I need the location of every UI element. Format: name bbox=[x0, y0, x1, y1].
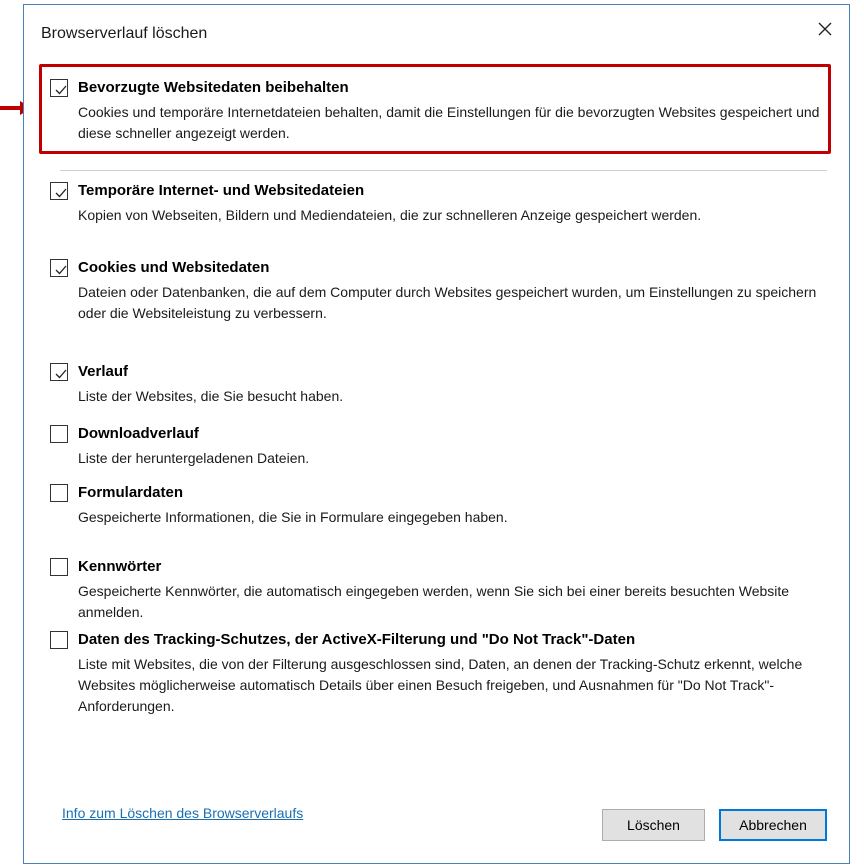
checkbox-passwords[interactable] bbox=[50, 558, 68, 576]
option-description: Gespeicherte Kennwörter, die automatisch… bbox=[78, 583, 790, 620]
option-description: Dateien oder Datenbanken, die auf dem Co… bbox=[78, 284, 817, 321]
checkbox-download-history[interactable] bbox=[50, 425, 68, 443]
close-button[interactable] bbox=[813, 19, 837, 43]
title-bar: Browserverlauf löschen bbox=[24, 5, 849, 61]
separator bbox=[60, 170, 827, 171]
checkbox-temp-files[interactable] bbox=[50, 182, 68, 200]
info-link[interactable]: Info zum Löschen des Browserverlaufs bbox=[62, 805, 303, 821]
option-title: Verlauf bbox=[78, 363, 129, 380]
option-title: Formulardaten bbox=[78, 484, 184, 501]
option-title: Kennwörter bbox=[78, 558, 162, 575]
checkbox-form-data[interactable] bbox=[50, 484, 68, 502]
option-description: Liste der heruntergeladenen Dateien. bbox=[78, 450, 310, 466]
option-title: Cookies und Websitedaten bbox=[78, 259, 270, 276]
option-title: Temporäre Internet- und Websitedateien bbox=[78, 182, 365, 199]
close-icon bbox=[817, 21, 833, 42]
option-description: Gespeicherte Informationen, die Sie in F… bbox=[78, 509, 508, 525]
option-title: Bevorzugte Websitedaten beibehalten bbox=[78, 79, 349, 96]
option-title: Daten des Tracking-Schutzes, der ActiveX… bbox=[78, 631, 636, 648]
option-title: Downloadverlauf bbox=[78, 425, 199, 442]
option-description: Liste mit Websites, die von der Filterun… bbox=[78, 656, 803, 714]
option-description: Cookies und temporäre Internetdateien be… bbox=[78, 104, 820, 141]
dialog-title: Browserverlauf löschen bbox=[41, 25, 208, 42]
option-description: Kopien von Webseiten, Bildern und Medien… bbox=[78, 207, 702, 223]
checkbox-history[interactable] bbox=[50, 363, 68, 381]
checkbox-tracking-data[interactable] bbox=[50, 631, 68, 649]
checkbox-cookies[interactable] bbox=[50, 259, 68, 277]
checkbox-preserve-favorites[interactable] bbox=[50, 79, 68, 97]
delete-button[interactable]: Löschen bbox=[602, 809, 705, 841]
option-description: Liste der Websites, die Sie besucht habe… bbox=[78, 388, 344, 404]
cancel-button[interactable]: Abbrechen bbox=[719, 809, 827, 841]
